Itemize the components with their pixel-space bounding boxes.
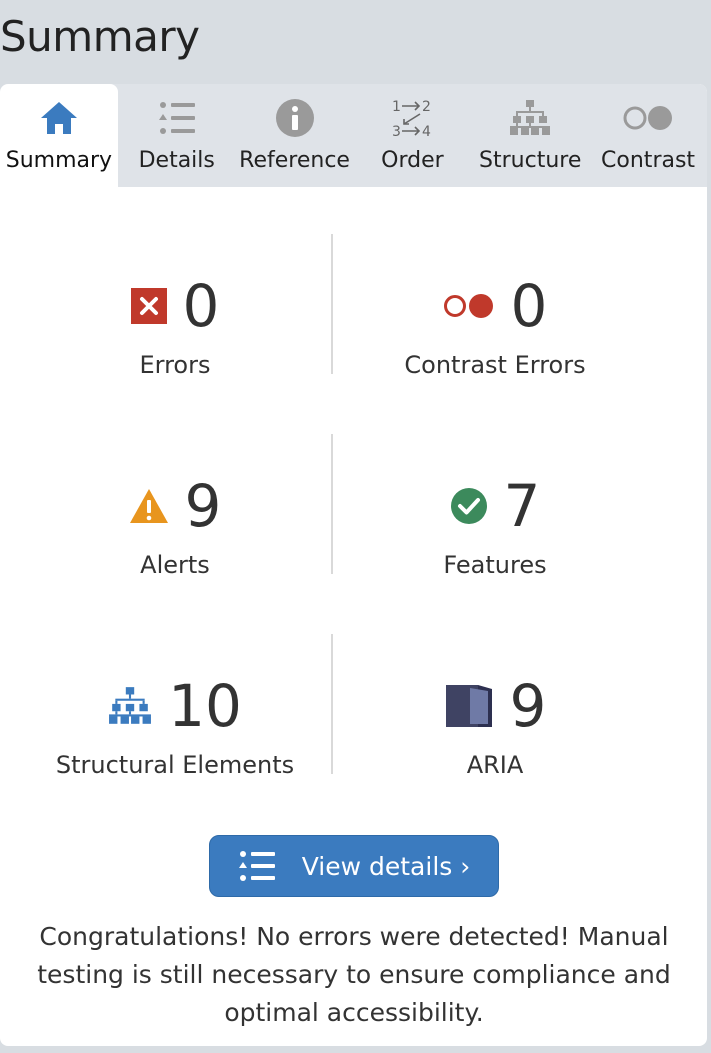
errors-label: Errors	[139, 351, 211, 379]
order-icon-digit: 3	[392, 124, 401, 140]
tab-label-summary: Summary	[5, 148, 113, 173]
contrast-icon	[622, 98, 674, 138]
order-icon: 1 2 3 4	[390, 98, 434, 140]
tab-label-structure: Structure	[479, 148, 582, 173]
structural-elements-count: 10	[168, 672, 242, 740]
alerts-summary[interactable]: 9 Alerts	[10, 471, 340, 579]
tab-label-order: Order	[381, 148, 444, 173]
list-icon	[157, 98, 197, 138]
aria-label: ARIA	[466, 751, 524, 779]
page-title: Summary	[0, 12, 200, 61]
structure-icon	[108, 686, 152, 726]
aria-summary[interactable]: 9 ARIA	[330, 671, 660, 779]
contrast-error-icon	[443, 292, 495, 320]
order-icon-digit: 2	[422, 99, 431, 115]
tab-summary[interactable]: Summary	[0, 84, 118, 187]
contrast-errors-label: Contrast Errors	[404, 351, 586, 379]
tab-contrast[interactable]: Contrast	[589, 84, 707, 187]
alert-icon	[129, 488, 169, 524]
alerts-count: 9	[184, 472, 222, 540]
view-details-label: View details ›	[301, 851, 471, 881]
features-label: Features	[443, 551, 547, 579]
order-icon-digit: 4	[422, 124, 431, 140]
structure-icon	[509, 98, 551, 138]
errors-count: 0	[182, 272, 220, 340]
tab-structure[interactable]: Structure	[471, 84, 589, 187]
home-icon	[39, 98, 79, 138]
structural-elements-summary[interactable]: 10 Structural Elements	[10, 671, 340, 779]
features-summary[interactable]: 7 Features	[330, 471, 660, 579]
summary-panel: Summary Details Reference 1 2 3 4 Order …	[0, 84, 707, 1046]
info-icon	[275, 98, 315, 138]
status-message: Congratulations! No errors were detected…	[37, 922, 671, 1027]
aria-count: 9	[509, 672, 547, 740]
list-icon	[238, 850, 276, 882]
features-count: 7	[503, 472, 541, 540]
aria-icon	[444, 683, 494, 729]
view-details-button[interactable]: View details ›	[209, 835, 499, 897]
tab-details[interactable]: Details	[118, 84, 236, 187]
tab-order[interactable]: 1 2 3 4 Order	[353, 84, 471, 187]
structural-elements-label: Structural Elements	[55, 751, 295, 779]
contrast-errors-count: 0	[510, 272, 548, 340]
error-icon	[130, 288, 167, 324]
tab-reference[interactable]: Reference	[236, 84, 354, 187]
feature-check-icon	[450, 487, 488, 525]
errors-summary[interactable]: 0 Errors	[10, 271, 340, 379]
alerts-label: Alerts	[140, 551, 210, 579]
tab-label-contrast: Contrast	[601, 148, 696, 173]
tab-label-details: Details	[138, 148, 215, 173]
order-icon-digit: 1	[392, 99, 401, 115]
tab-label-reference: Reference	[239, 148, 350, 173]
contrast-errors-summary[interactable]: 0 Contrast Errors	[330, 271, 660, 379]
tab-bar: Summary Details Reference 1 2 3 4 Order …	[0, 84, 707, 187]
